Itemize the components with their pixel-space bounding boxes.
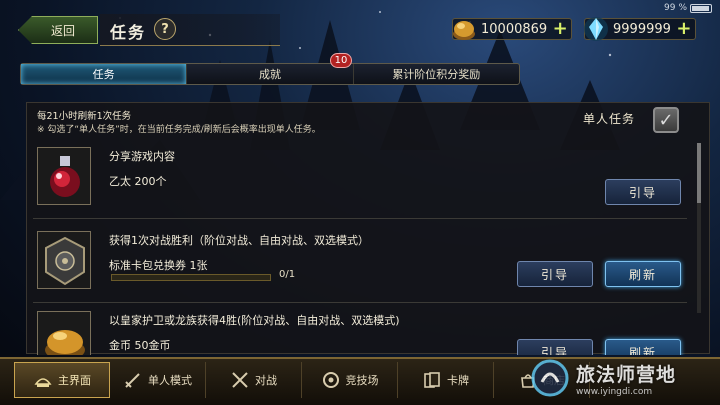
add-crystal-button[interactable]: + [675, 20, 693, 38]
guide-button-label: 引导 [540, 345, 569, 356]
single-task-checkbox[interactable]: ✓ [653, 107, 679, 133]
crest-icon [37, 231, 91, 289]
arena-icon [322, 372, 339, 388]
help-button[interactable]: ? [154, 18, 176, 40]
crystal-amount: 9999999 [613, 21, 671, 37]
back-button[interactable]: 返回 [18, 16, 98, 44]
quest-reward: 标准卡包兑换券 1张 [109, 259, 208, 272]
quest-reward: 金币 50金币 [109, 339, 171, 352]
add-gold-button[interactable]: + [551, 20, 569, 38]
nav-home[interactable]: 主界面 [14, 362, 110, 398]
watermark: 旅法师营地 www.iyingdi.com [530, 355, 720, 401]
guide-button-label: 引导 [540, 267, 569, 282]
gold-amount: 10000869 [481, 21, 548, 37]
tab-label: 任务 [92, 68, 115, 81]
refresh-button-label: 刷新 [628, 267, 657, 282]
nav-label: 主界面 [58, 374, 91, 387]
guide-button[interactable]: 引导 [517, 339, 593, 355]
sword-icon [125, 373, 140, 388]
tab-quests[interactable]: 任务 [21, 64, 187, 84]
gold-icon [453, 21, 475, 40]
nav-label: 单人模式 [148, 374, 192, 387]
quest-title: 分享游戏内容 [109, 150, 175, 163]
quest-title: 以皇家护卫或龙族获得4胜(阶位对战、自由对战、双选模式) [109, 314, 400, 327]
tab-label: 成就 [258, 68, 281, 81]
crystal-counter: 9999999 + [584, 17, 696, 41]
notification-badge: 10 [330, 53, 352, 68]
single-task-label: 单人任务 [583, 112, 636, 126]
tab-rank-rewards[interactable]: 累计阶位积分奖励 [352, 64, 519, 84]
potion-icon [37, 147, 91, 205]
nav-label: 对战 [255, 374, 277, 387]
page-title: 任务 [110, 23, 147, 42]
refresh-button-label: 刷新 [628, 345, 657, 356]
guide-button[interactable]: 引导 [517, 261, 593, 287]
top-bar: 返回 任务 ? 10000869 + 9999999 + [0, 8, 720, 48]
nav-battle[interactable]: 对战 [206, 362, 302, 398]
nav-single-player[interactable]: 单人模式 [110, 362, 206, 398]
watermark-logo-icon [531, 359, 569, 397]
home-icon [34, 378, 52, 387]
quest-progress-bar [111, 274, 271, 281]
guide-button-label: 引导 [628, 185, 657, 200]
crossed-swords-icon [232, 372, 248, 388]
tab-label: 累计阶位积分奖励 [392, 68, 481, 81]
quest-item: 以皇家护卫或龙族获得4胜(阶位对战、自由对战、双选模式) 金币 50金币 引导 … [33, 307, 687, 355]
quest-reward: 乙太 200个 [109, 175, 167, 188]
cards-icon [424, 372, 440, 388]
watermark-url: www.iyingdi.com [576, 386, 653, 397]
quest-item: 获得1次对战胜利（阶位对战、自由对战、双选模式） 标准卡包兑换券 1张 0/1 … [33, 227, 687, 303]
gold-coins-icon [37, 311, 91, 355]
tab-bar: 任务 成就 累计阶位积分奖励 [20, 63, 520, 85]
quest-progress-text: 0/1 [279, 269, 296, 280]
quest-scrollbar[interactable] [697, 143, 701, 313]
watermark-title: 旅法师营地 [576, 363, 677, 386]
quest-list[interactable]: 分享游戏内容 乙太 200个 引导 获得1次对战胜利（阶位对战、自由对战、双选模… [27, 143, 687, 355]
quest-title: 获得1次对战胜利（阶位对战、自由对战、双选模式） [109, 234, 369, 247]
nav-label: 卡牌 [447, 374, 469, 387]
title-panel: 任务 ? [100, 14, 280, 46]
refresh-button[interactable]: 刷新 [605, 339, 681, 355]
gold-counter: 10000869 + [452, 18, 573, 40]
guide-button[interactable]: 引导 [605, 179, 681, 205]
tab-achievements[interactable]: 成就 [186, 64, 352, 84]
refresh-notice: 每21小时刷新1次任务 [37, 111, 132, 122]
refresh-button[interactable]: 刷新 [605, 261, 681, 287]
nav-cards[interactable]: 卡牌 [398, 362, 494, 398]
single-task-notice: ※ 勾选了“单人任务”时，在当前任务完成/刷新后会概率出现单人任务。 [37, 125, 321, 135]
game-scene: 99% 返回 任务 ? 10000869 + 9999999 + 任务 成就 累… [0, 0, 720, 405]
quest-item: 分享游戏内容 乙太 200个 引导 [33, 143, 687, 219]
back-button-label: 返回 [50, 23, 75, 38]
nav-label: 竞技场 [345, 374, 379, 387]
crystal-icon [584, 17, 608, 41]
nav-arena[interactable]: 竞技场 [302, 362, 398, 398]
quest-panel: 每21小时刷新1次任务 ※ 勾选了“单人任务”时，在当前任务完成/刷新后会概率出… [26, 102, 710, 355]
